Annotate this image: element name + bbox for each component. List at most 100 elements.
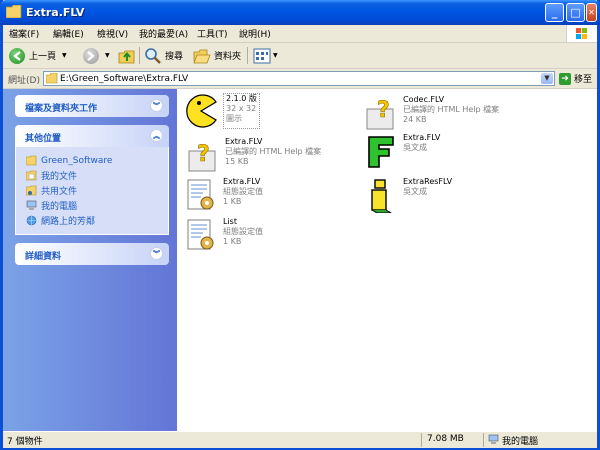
search-button[interactable]: 搜尋 [144,46,183,65]
folders-button[interactable]: 資料夾 [193,46,241,65]
expand-chevron-icon[interactable]: ︾ [150,247,163,260]
file-info: ExtraResFLV 吳文成 [403,177,452,213]
maximize-button[interactable]: □ [566,3,585,22]
close-button[interactable]: ✕ [586,3,597,22]
panel-header[interactable]: 詳細資料 ︾ [15,243,169,265]
menu-help[interactable]: 說明(H) [239,27,271,40]
search-label: 搜尋 [165,52,184,62]
minimize-button[interactable]: _ [545,3,564,22]
chevron-down-icon[interactable]: ▼ [273,52,278,59]
up-folder-button[interactable] [118,46,136,65]
file-item[interactable]: Extra.FLV 吳文成 [363,133,440,169]
panel-header[interactable]: 其他位置 ︽ [15,125,169,147]
address-input[interactable]: E:\Green_Software\Extra.FLV ▼ [43,71,555,86]
file-list: 2.1.0 版 32 x 32 圖示 ? Codec.FLV 已編譯的 HTML… [177,89,597,431]
place-link-my-computer[interactable]: 我的電腦 [26,198,168,213]
folder-icon [46,73,58,84]
menu-bar: 檔案(F) 編輯(E) 檢視(V) 我的最愛(A) 工具(T) 說明(H) [3,25,597,43]
my-documents-icon [26,170,37,181]
place-label: 我的電腦 [41,202,78,212]
go-label: 移至 [574,75,593,85]
up-folder-icon [118,50,135,63]
back-label: 上一頁 [29,52,57,62]
chm-help-icon: ? [366,98,394,130]
folders-label: 資料夾 [214,52,242,62]
task-pane: 檔案及資料夾工作 ︾ 其他位置 ︽ Green_Software 我的文件 共用… [3,89,177,431]
file-detail: 24 KB [403,115,427,124]
file-detail: 圖示 [226,114,242,123]
place-link-network-places[interactable]: 網路上的芳鄰 [26,213,168,228]
panel-body: Green_Software 我的文件 共用文件 我的電腦 網路上的芳鄰 [15,147,169,235]
file-detail: 1 KB [223,197,242,206]
address-dropdown-button[interactable]: ▼ [541,73,553,84]
panel-title: 其他位置 [25,134,62,144]
forward-arrow-icon [83,47,99,64]
back-button[interactable]: 上一頁 ▼ [9,46,67,65]
chevron-down-icon[interactable]: ▼ [105,52,110,59]
file-item[interactable]: Extra.FLV 組態設定值 1 KB [183,177,263,213]
file-detail: 吳文成 [403,187,427,196]
menu-view[interactable]: 檢視(V) [97,27,128,40]
svg-text:?: ? [377,98,390,123]
place-label: Green_Software [41,155,113,166]
file-info: Extra.FLV 組態設定值 1 KB [223,177,263,213]
network-places-icon [26,215,37,226]
address-bar: 網址(D) E:\Green_Software\Extra.FLV ▼ ➜ 移至 [3,69,597,89]
toolbar: 上一頁 ▼ ▼ 搜尋 資料夾 ▼ [3,43,597,69]
file-item[interactable]: 2.1.0 版 32 x 32 圖示 [183,93,260,129]
shared-folder-icon [26,185,37,196]
file-folder-tasks-panel: 檔案及資料夾工作 ︾ [15,95,169,117]
collapse-chevron-icon[interactable]: ︽ [150,129,163,142]
views-button[interactable]: ▼ [253,46,278,65]
file-item[interactable]: List 組態設定值 1 KB [183,217,263,253]
file-detail: 1 KB [223,237,242,246]
status-bar: 7 個物件 7.08 MB 我的電腦 [3,431,597,448]
place-label: 網路上的芳鄰 [41,217,96,227]
forward-button[interactable]: ▼ [83,46,110,65]
file-name: Extra.FLV [403,133,441,142]
place-label: 共用文件 [41,187,78,197]
file-info: 2.1.0 版 32 x 32 圖示 [223,93,260,129]
file-name: Extra.FLV [225,137,263,146]
file-item[interactable]: ? Codec.FLV 已編譯的 HTML Help 檔案 24 KB [363,95,499,131]
menu-favorites[interactable]: 我的最愛(A) [139,27,188,40]
folder-icon [26,155,37,166]
expand-chevron-icon[interactable]: ︾ [150,99,163,112]
address-label: 網址(D) [8,76,40,86]
menu-file[interactable]: 檔案(F) [9,27,39,40]
chevron-down-icon[interactable]: ▼ [62,52,67,59]
place-link-my-documents[interactable]: 我的文件 [26,168,168,183]
green-f-app-icon [368,136,394,168]
file-name: Codec.FLV [403,95,445,104]
panel-header[interactable]: 檔案及資料夾工作 ︾ [15,95,169,117]
chevron-down-icon: ▼ [544,74,550,82]
status-separator [421,433,422,447]
status-object-count: 7 個物件 [7,437,43,447]
file-item[interactable]: ? Extra.FLV 已編譯的 HTML Help 檔案 15 KB [185,137,321,173]
window-title: Extra.FLV [26,6,85,19]
file-detail: 已編譯的 HTML Help 檔案 [225,147,322,156]
search-icon [145,47,161,64]
windows-logo-icon [566,25,597,42]
file-item[interactable]: ExtraResFLV 吳文成 [363,177,452,213]
back-arrow-icon [9,47,25,64]
menu-tools[interactable]: 工具(T) [197,27,228,40]
details-panel: 詳細資料 ︾ [15,243,169,265]
config-file-icon [187,179,214,210]
go-arrow-icon: ➜ [559,72,571,85]
toolbar-separator [139,47,140,64]
place-link-shared-documents[interactable]: 共用文件 [26,183,168,198]
close-icon: ✕ [588,8,595,17]
go-button[interactable]: ➜ 移至 [559,72,592,85]
place-link-green-software[interactable]: Green_Software [26,153,168,168]
address-value: E:\Green_Software\Extra.FLV [60,74,189,84]
explorer-window: Extra.FLV _ □ ✕ 檔案(F) 編輯(E) 檢視(V) 我的最愛(A… [0,0,600,450]
file-info: Extra.FLV 已編譯的 HTML Help 檔案 15 KB [225,137,321,173]
menu-edit[interactable]: 編輯(E) [53,27,84,40]
status-location: 我的電腦 [502,437,539,447]
file-name: Extra.FLV [223,177,261,186]
chm-help-icon: ? [188,142,216,172]
place-label: 我的文件 [41,172,78,182]
title-bar[interactable]: Extra.FLV _ □ ✕ [0,0,600,25]
panel-title: 詳細資料 [25,252,62,262]
